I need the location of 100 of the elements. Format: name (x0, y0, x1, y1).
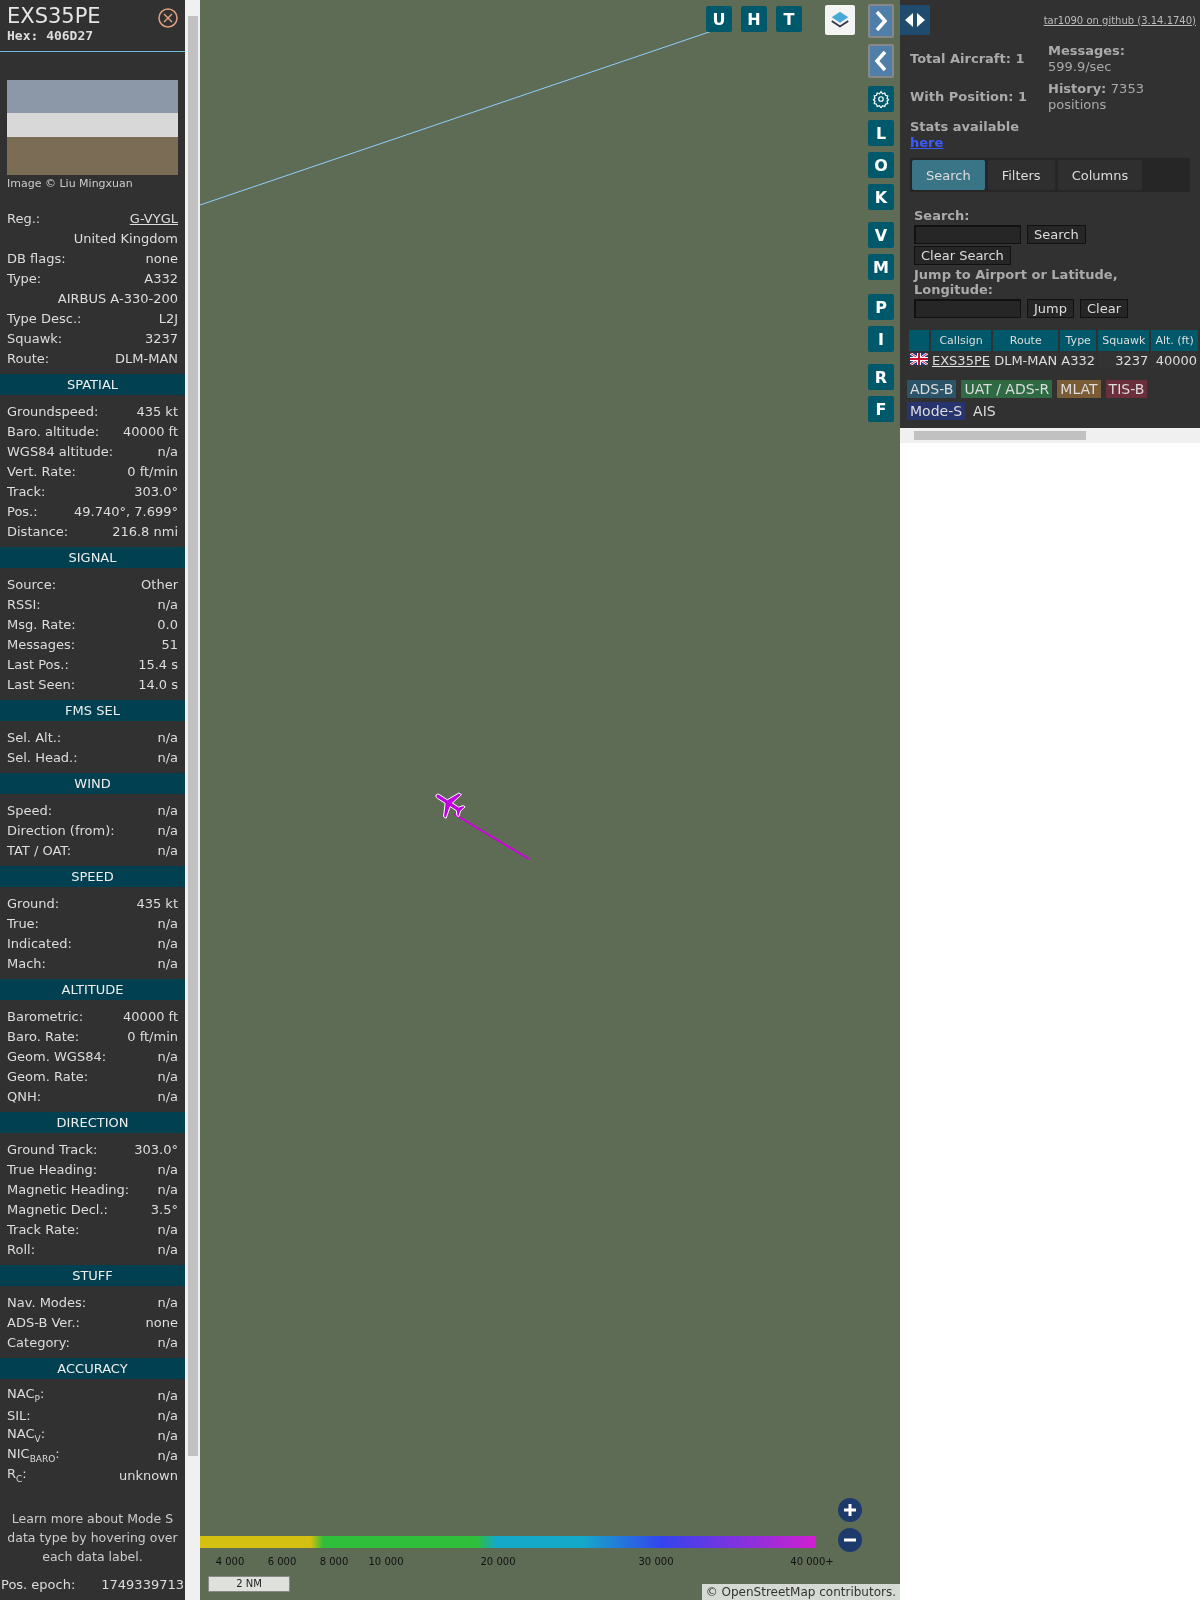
github-link[interactable]: tar1090 on github (3.14.1740) (1043, 14, 1196, 26)
field-value: n/a (157, 1294, 178, 1310)
field-label: Track: (7, 483, 46, 499)
field-label: Vert. Rate: (7, 463, 76, 479)
field-value: n/a (157, 1088, 178, 1104)
field-label: ADS-B Ver.: (7, 1314, 80, 1330)
field-value: L2J (158, 310, 178, 326)
field-label: Direction (from): (7, 822, 115, 838)
field-value: n/a (157, 822, 178, 838)
section-header: STUFF (0, 1265, 185, 1286)
map-toggle-button[interactable]: T (776, 6, 802, 32)
field-value: n/a (157, 935, 178, 951)
zoom-out-button[interactable] (838, 1528, 862, 1552)
field-value: n/a (157, 1427, 178, 1443)
altitude-label: 6 000 (267, 1556, 297, 1567)
map-toggle-button[interactable]: H (741, 6, 767, 32)
clear-search-button[interactable]: Clear Search (914, 246, 1011, 265)
callsign-link[interactable]: EXS35PE (931, 353, 992, 368)
layers-button[interactable] (825, 5, 855, 35)
map-layer-button[interactable]: F (868, 396, 894, 422)
field-label: True: (7, 915, 39, 931)
field-value: 51 (161, 636, 178, 652)
field-label: RSSI: (7, 596, 41, 612)
field-value: n/a (157, 1407, 178, 1423)
section-header: SPATIAL (0, 374, 185, 395)
field-label: Speed: (7, 802, 53, 818)
horizontal-scrollbar[interactable] (900, 428, 1200, 443)
table-header[interactable]: Alt. (ft) (1151, 330, 1198, 351)
stat-text: Messages: 599.9/sec (1048, 43, 1127, 75)
field-value: none (145, 1314, 178, 1330)
map-background[interactable]: U H T L O K V M P I R F 4 000 6 000 8 000 10 000 20 000 30 000 40 000+ 2 NM © OpenStreetMap contributors. (200, 0, 900, 1600)
close-icon[interactable] (158, 8, 178, 28)
field-label: Magnetic Heading: (7, 1181, 130, 1197)
jump-field[interactable] (914, 299, 1021, 318)
altitude-label: 8 000 (319, 1556, 349, 1567)
scrollbar[interactable] (185, 0, 200, 1600)
field-label: Route: (7, 350, 50, 366)
map-layer-button[interactable]: V (868, 222, 894, 248)
map-toggle-button[interactable]: U (706, 6, 732, 32)
settings-button[interactable] (868, 86, 894, 112)
map-layer-button[interactable]: K (868, 184, 894, 210)
field-label: Indicated: (7, 935, 72, 951)
field-value: 0 ft/min (127, 1028, 178, 1044)
section-header: SPEED (0, 866, 185, 887)
map-layer-button[interactable]: R (868, 364, 894, 390)
map-layer-button[interactable]: O (868, 152, 894, 178)
back-button[interactable] (868, 44, 894, 78)
field-label: Type: (7, 270, 42, 286)
map-layer-button[interactable]: I (868, 326, 894, 352)
map-attribution: © OpenStreetMap contributors. (701, 1584, 900, 1600)
plus-icon (843, 1503, 857, 1517)
field-label: R$_{C}$: (7, 1466, 27, 1484)
table-header[interactable]: Squawk (1098, 330, 1150, 351)
search-field[interactable] (914, 225, 1021, 244)
altitude-label: 40 000+ (790, 1556, 834, 1567)
table-header[interactable]: Type (1060, 330, 1097, 351)
tab[interactable]: Columns (1057, 160, 1143, 190)
field-value: n/a (157, 1447, 178, 1463)
table-cell: A332 (1060, 353, 1097, 368)
table-cell: DLM-MAN (993, 353, 1059, 368)
field-value: n/a (157, 443, 178, 459)
jump-button[interactable]: Jump (1027, 299, 1074, 318)
field-label: Ground: (7, 895, 60, 911)
field-label: Distance: (7, 523, 69, 539)
field-value: n/a (157, 749, 178, 765)
source-legend-tag: UAT / ADS-R (961, 380, 1053, 398)
field-value: 3.5° (150, 1201, 178, 1217)
zoom-in-button[interactable] (838, 1498, 862, 1522)
field-value: 435 kt (136, 895, 178, 911)
field-value: n/a (157, 915, 178, 931)
chevron-left-icon (874, 50, 888, 72)
next-button[interactable] (868, 4, 894, 38)
search-button[interactable]: Search (1027, 225, 1086, 244)
altitude-label: 20 000 (480, 1556, 516, 1567)
field-value: United Kingdom (73, 230, 178, 246)
panel-toggle-button[interactable] (900, 5, 930, 35)
field-label: Barometric: (7, 1008, 84, 1024)
section-header: DIRECTION (0, 1112, 185, 1133)
field-value: n/a (157, 842, 178, 858)
map-layer-button[interactable]: P (868, 294, 894, 320)
tab[interactable]: Search (912, 160, 985, 190)
field-value: 15.4 s (138, 656, 178, 672)
clear-button[interactable]: Clear (1080, 299, 1128, 318)
section-header: WIND (0, 773, 185, 794)
field-value: n/a (157, 955, 178, 971)
field-label: Magnetic Decl.: (7, 1201, 108, 1217)
tab[interactable]: Filters (987, 160, 1055, 190)
registration-link[interactable]: G-VYGL (129, 210, 178, 226)
map-layer-button[interactable]: L (868, 120, 894, 146)
table-header[interactable]: Callsign (931, 330, 992, 351)
field-label: SIL: (7, 1407, 31, 1423)
map-layer-button[interactable]: M (868, 254, 894, 280)
flag-icon (910, 353, 928, 365)
stats-note: Stats available (910, 119, 1020, 134)
stat-text: History: 7353 positions (1048, 81, 1145, 113)
source-legend-tag: ADS-B (907, 380, 957, 398)
table-header[interactable]: Route (993, 330, 1059, 351)
altitude-label: 30 000 (638, 1556, 674, 1567)
field-value: none (145, 250, 178, 266)
field-label: Squawk: (7, 330, 63, 346)
